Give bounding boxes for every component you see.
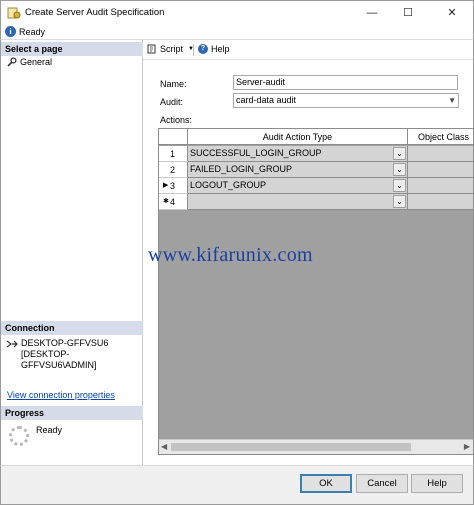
- object-class-cell[interactable]: [408, 162, 473, 178]
- ok-button[interactable]: OK: [300, 474, 352, 493]
- dialog-footer: OK Cancel Help: [0, 465, 474, 505]
- name-label: Name:: [160, 79, 187, 89]
- column-header-object-class[interactable]: Object Class: [408, 129, 473, 145]
- script-icon: [147, 44, 156, 54]
- current-row-marker: ▶: [163, 182, 169, 189]
- chevron-down-icon[interactable]: ⌄: [393, 147, 406, 160]
- chevron-down-icon[interactable]: ⌄: [393, 163, 406, 176]
- audit-select-value: card-data audit: [236, 95, 297, 105]
- audit-select[interactable]: card-data audit ▼: [233, 93, 459, 108]
- row-header[interactable]: 1: [159, 146, 188, 162]
- connection-server: DESKTOP-GFFVSU6: [21, 338, 109, 348]
- help-icon: ?: [198, 44, 208, 54]
- scroll-left-icon[interactable]: ◀: [161, 442, 167, 451]
- grid-row-new[interactable]: ✱ 4 ⌄: [159, 194, 473, 210]
- cancel-button[interactable]: Cancel: [356, 474, 408, 493]
- select-page-header: Select a page: [1, 42, 143, 56]
- status-text: Ready: [19, 27, 46, 37]
- actions-grid: Audit Action Type Object Class 1 SUCCESS…: [158, 128, 474, 455]
- title-bar: Create Server Audit Specification — ☐ ✕: [0, 0, 474, 24]
- chevron-down-icon[interactable]: ⌄: [393, 195, 406, 208]
- close-button[interactable]: ✕: [437, 1, 467, 25]
- progress-spinner-icon: [9, 426, 29, 446]
- audit-action-cell[interactable]: SUCCESSFUL_LOGIN_GROUP ⌄: [188, 146, 408, 162]
- left-pane: Select a page General Connection DESKTOP…: [0, 40, 143, 465]
- page-item-label: General: [20, 57, 53, 67]
- toolbar-separator: [193, 44, 194, 56]
- audit-action-value: SUCCESSFUL_LOGIN_GROUP: [190, 148, 322, 158]
- help-button[interactable]: Help: [411, 474, 463, 493]
- progress-status: Ready: [36, 425, 63, 435]
- row-number: 3: [169, 181, 175, 191]
- minimize-button[interactable]: —: [357, 1, 387, 25]
- connection-info: DESKTOP-GFFVSU6 [DESKTOP-GFFVSU6\ADMIN]: [21, 338, 142, 371]
- view-connection-properties-link[interactable]: View connection properties: [7, 390, 115, 400]
- connection-header: Connection: [1, 321, 143, 335]
- scroll-right-icon[interactable]: ▶: [464, 442, 470, 451]
- toolbar: Script ▼ ? Help: [143, 40, 473, 60]
- audit-action-value: LOGOUT_GROUP: [190, 180, 267, 190]
- object-class-cell[interactable]: [408, 178, 473, 194]
- grid-row[interactable]: 1 SUCCESSFUL_LOGIN_GROUP ⌄: [159, 146, 473, 162]
- horizontal-scrollbar[interactable]: ◀ ▶: [159, 439, 473, 454]
- grid-corner: [159, 129, 188, 145]
- row-header[interactable]: ✱ 4: [159, 194, 188, 210]
- grid-header: Audit Action Type Object Class: [159, 129, 473, 145]
- page-item-general[interactable]: General: [7, 57, 52, 67]
- column-header-audit-action-type[interactable]: Audit Action Type: [188, 129, 408, 145]
- help-toolbar-button[interactable]: ? Help: [198, 44, 230, 54]
- script-label: Script: [160, 44, 184, 54]
- help-toolbar-label: Help: [211, 44, 230, 54]
- progress-header: Progress: [1, 406, 143, 420]
- window-title: Create Server Audit Specification: [25, 7, 165, 18]
- object-class-cell[interactable]: [408, 146, 473, 162]
- chevron-down-icon[interactable]: ▼: [448, 94, 456, 107]
- row-number: 2: [169, 165, 175, 175]
- script-button[interactable]: Script ▼: [147, 44, 194, 54]
- audit-action-cell[interactable]: LOGOUT_GROUP ⌄: [188, 178, 408, 194]
- watermark: www.kifarunix.com: [148, 244, 313, 266]
- actions-label: Actions:: [160, 115, 193, 125]
- grid-row[interactable]: 2 FAILED_LOGIN_GROUP ⌄: [159, 162, 473, 178]
- audit-action-value: FAILED_LOGIN_GROUP: [190, 164, 293, 174]
- audit-action-cell[interactable]: ⌄: [188, 194, 408, 210]
- connection-user: [DESKTOP-GFFVSU6\ADMIN]: [21, 349, 97, 370]
- object-class-cell[interactable]: [408, 194, 473, 210]
- audit-action-cell[interactable]: FAILED_LOGIN_GROUP ⌄: [188, 162, 408, 178]
- row-header[interactable]: ▶ 3: [159, 178, 188, 194]
- maximize-button[interactable]: ☐: [393, 1, 423, 25]
- info-icon: i: [5, 26, 16, 37]
- row-header[interactable]: 2: [159, 162, 188, 178]
- grid-row[interactable]: ▶ 3 LOGOUT_GROUP ⌄: [159, 178, 473, 194]
- row-number: 1: [169, 149, 175, 159]
- status-bar: i Ready: [0, 24, 474, 40]
- new-row-marker: ✱: [163, 198, 169, 205]
- name-input[interactable]: Server-audit: [233, 75, 458, 90]
- connection-icon: [6, 340, 18, 348]
- scrollbar-thumb[interactable]: [171, 443, 411, 451]
- audit-label: Audit:: [160, 97, 184, 107]
- chevron-down-icon[interactable]: ⌄: [393, 179, 406, 192]
- row-number: 4: [169, 197, 175, 207]
- wrench-icon: [7, 57, 17, 67]
- audit-app-icon: [7, 7, 21, 19]
